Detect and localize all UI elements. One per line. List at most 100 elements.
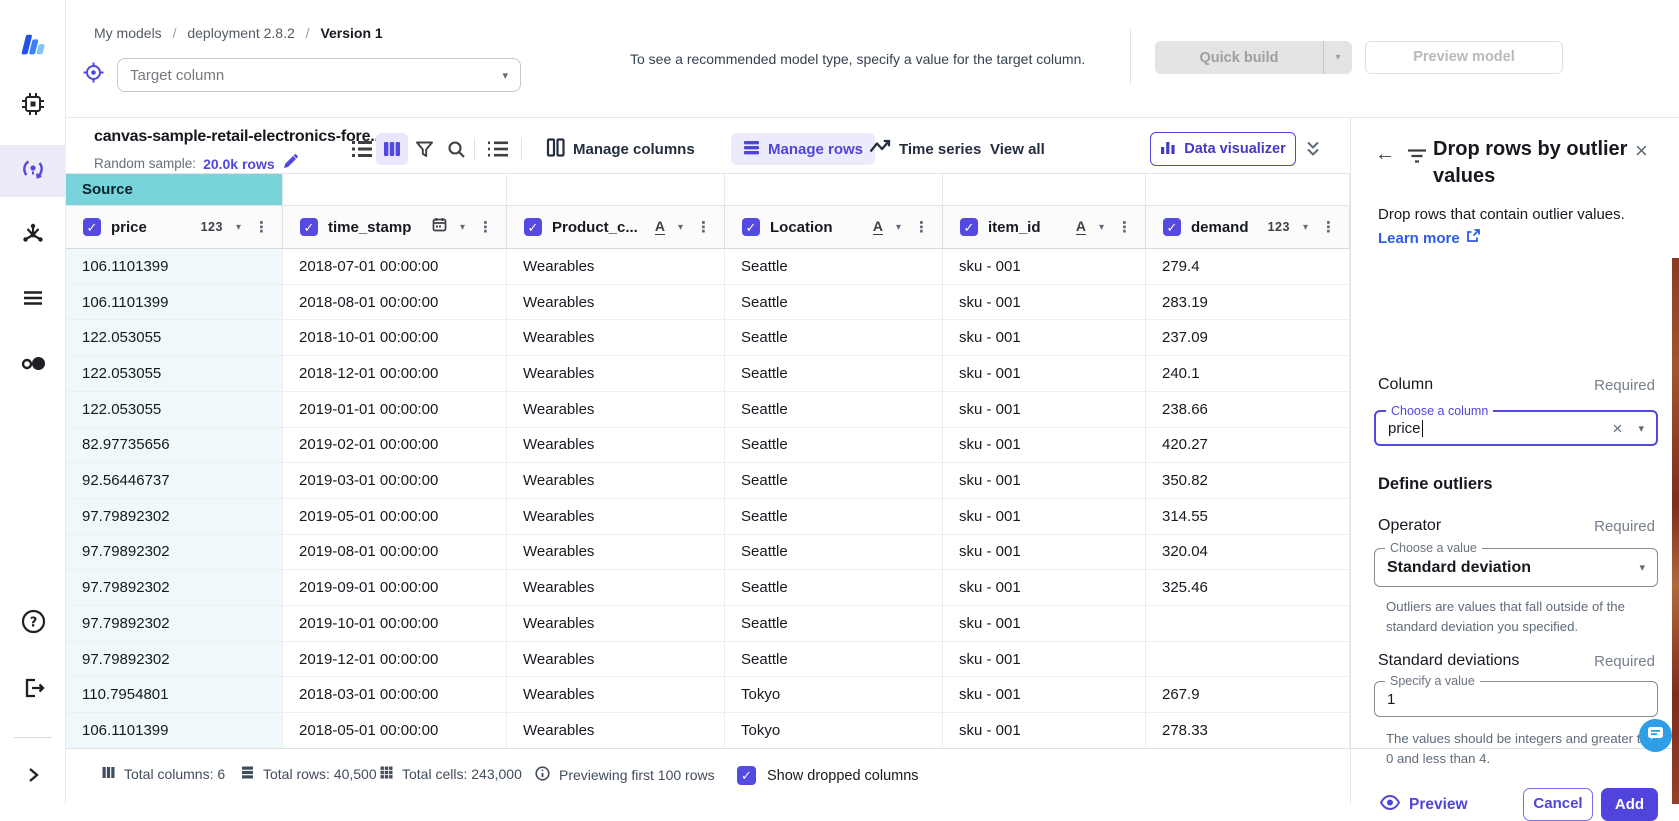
sidebar-item-help[interactable]: ? bbox=[0, 599, 66, 649]
time-series-button[interactable]: Time series bbox=[869, 133, 981, 165]
cancel-button[interactable]: Cancel bbox=[1523, 788, 1593, 821]
status-total-cells: Total cells: 243,000 bbox=[380, 766, 522, 782]
column-checkbox[interactable]: ✓ bbox=[83, 218, 101, 236]
column-menu-icon[interactable]: ⋮ bbox=[254, 218, 269, 236]
preview-button[interactable]: Preview bbox=[1380, 788, 1468, 821]
chevron-down-icon[interactable]: ▾ bbox=[1639, 561, 1645, 574]
std-help-text: The values should be integers and greate… bbox=[1386, 729, 1664, 770]
table-row: 97.798923022019-05-01 00:00:00WearablesS… bbox=[66, 499, 1350, 535]
external-link-icon bbox=[1466, 229, 1480, 247]
quick-build-button[interactable]: Quick build ▾ bbox=[1155, 41, 1352, 74]
source-tag[interactable]: Source bbox=[66, 174, 283, 205]
column-checkbox[interactable]: ✓ bbox=[524, 218, 542, 236]
sidebar-item-circles[interactable] bbox=[0, 340, 66, 390]
table-header-row: ✓price123▾⋮✓time_stamp▾⋮✓Product_c...A▾⋮… bbox=[66, 206, 1350, 249]
table-cell: Seattle bbox=[725, 606, 943, 642]
table-cell: Wearables bbox=[507, 320, 725, 356]
collapse-toolbar-button[interactable] bbox=[1303, 139, 1323, 164]
chevron-down-icon[interactable]: ▾ bbox=[1303, 222, 1308, 233]
ordered-list-icon[interactable] bbox=[483, 134, 513, 164]
chip-icon bbox=[20, 91, 46, 122]
std-section-label: Standard deviations bbox=[1378, 652, 1519, 670]
column-menu-icon[interactable]: ⋮ bbox=[914, 218, 929, 236]
breadcrumb-my-models[interactable]: My models bbox=[94, 25, 162, 41]
data-visualizer-button[interactable]: Data visualizer bbox=[1150, 132, 1296, 166]
operator-help-text: Outliers are values that fall outside of… bbox=[1386, 597, 1664, 638]
sidebar-item-automl-active[interactable] bbox=[0, 145, 66, 197]
sidebar-item-list[interactable] bbox=[0, 275, 66, 325]
chevron-down-icon[interactable]: ▾ bbox=[1638, 422, 1644, 435]
breadcrumb-deployment[interactable]: deployment 2.8.2 bbox=[187, 25, 294, 41]
app-logo[interactable] bbox=[0, 22, 66, 72]
close-icon[interactable]: × bbox=[1635, 140, 1648, 162]
sidebar-item-models[interactable] bbox=[0, 81, 66, 131]
toolbar-separator bbox=[474, 138, 475, 160]
sidebar-collapse-toggle[interactable] bbox=[0, 752, 66, 802]
manage-rows-button[interactable]: Manage rows bbox=[731, 133, 875, 165]
node-hub-icon bbox=[20, 222, 46, 253]
back-arrow-icon[interactable]: ← bbox=[1375, 144, 1395, 164]
chevron-down-icon[interactable]: ▾ bbox=[678, 222, 683, 233]
quick-build-dropdown[interactable]: ▾ bbox=[1323, 41, 1352, 74]
show-dropped-columns-toggle[interactable]: ✓ Show dropped columns bbox=[737, 766, 919, 785]
view-all-button[interactable]: View all bbox=[990, 133, 1045, 165]
svg-text:?: ? bbox=[29, 615, 37, 630]
table-cell: 2019-01-01 00:00:00 bbox=[283, 392, 507, 428]
chevron-down-icon[interactable]: ▾ bbox=[1099, 222, 1104, 233]
chevron-down-icon[interactable]: ▾ bbox=[896, 222, 901, 233]
table-cell: Seattle bbox=[725, 428, 943, 464]
column-view-icon[interactable] bbox=[376, 133, 408, 165]
sidebar-item-logout[interactable] bbox=[0, 665, 66, 715]
column-combobox[interactable]: Choose a column price × ▾ bbox=[1374, 410, 1658, 446]
column-menu-icon[interactable]: ⋮ bbox=[478, 218, 493, 236]
learn-more-link[interactable]: Learn more bbox=[1378, 229, 1480, 247]
sidebar-item-datasets[interactable] bbox=[0, 212, 66, 262]
table-row: 97.798923022019-12-01 00:00:00WearablesS… bbox=[66, 642, 1350, 678]
column-section-label: Column bbox=[1378, 376, 1433, 394]
show-dropped-checkbox[interactable]: ✓ bbox=[737, 766, 756, 785]
column-menu-icon[interactable]: ⋮ bbox=[1117, 218, 1132, 236]
chat-widget-button[interactable] bbox=[1639, 719, 1672, 752]
column-checkbox[interactable]: ✓ bbox=[300, 218, 318, 236]
required-badge: Required bbox=[1594, 518, 1655, 535]
clear-icon[interactable]: × bbox=[1613, 420, 1623, 437]
column-menu-icon[interactable]: ⋮ bbox=[696, 218, 711, 236]
chevron-down-icon[interactable]: ▾ bbox=[236, 222, 241, 233]
required-badge: Required bbox=[1594, 377, 1655, 394]
table-row: 106.11013992018-05-01 00:00:00WearablesT… bbox=[66, 713, 1350, 749]
filter-icon[interactable] bbox=[409, 134, 439, 164]
column-checkbox[interactable]: ✓ bbox=[960, 218, 978, 236]
column-name: item_id bbox=[988, 219, 1041, 236]
cells-grid-icon bbox=[380, 766, 393, 782]
column-menu-icon[interactable]: ⋮ bbox=[1321, 218, 1336, 236]
table-cell: 82.97735656 bbox=[66, 428, 283, 464]
table-cell: sku - 001 bbox=[943, 606, 1146, 642]
column-checkbox[interactable]: ✓ bbox=[742, 218, 760, 236]
search-icon[interactable] bbox=[441, 134, 471, 164]
column-checkbox[interactable]: ✓ bbox=[1163, 218, 1181, 236]
row-view-icon[interactable] bbox=[347, 134, 377, 164]
number-type-icon: 123 bbox=[201, 220, 223, 234]
statusbar-rule bbox=[66, 748, 1679, 749]
table-row: 97.798923022019-09-01 00:00:00WearablesS… bbox=[66, 570, 1350, 606]
manage-columns-button[interactable]: Manage columns bbox=[546, 133, 695, 165]
add-button[interactable]: Add bbox=[1601, 788, 1658, 821]
edit-pencil-icon[interactable] bbox=[282, 154, 298, 173]
rows-count-icon bbox=[241, 766, 254, 782]
std-value-input[interactable]: Specify a value 1 bbox=[1374, 681, 1658, 717]
target-column-select[interactable]: Target column ▾ bbox=[117, 58, 521, 92]
preview-model-button[interactable]: Preview model bbox=[1365, 41, 1563, 74]
table-cell: sku - 001 bbox=[943, 713, 1146, 749]
column-header: ✓demand123▾⋮ bbox=[1146, 206, 1350, 248]
operator-select[interactable]: Choose a value Standard deviation ▾ bbox=[1374, 548, 1658, 587]
status-total-columns: Total columns: 6 bbox=[102, 766, 225, 782]
sample-size-link[interactable]: 20.0k rows bbox=[203, 156, 275, 172]
two-circles-icon bbox=[19, 350, 47, 381]
table-row: 110.79548012018-03-01 00:00:00WearablesT… bbox=[66, 677, 1350, 713]
table-cell: 92.56446737 bbox=[66, 463, 283, 499]
table-cell: sku - 001 bbox=[943, 642, 1146, 678]
sample-info: Random sample: 20.0k rows bbox=[94, 154, 298, 173]
chevron-down-icon[interactable]: ▾ bbox=[460, 222, 465, 233]
table-cell: 2019-10-01 00:00:00 bbox=[283, 606, 507, 642]
table-cell: 2018-03-01 00:00:00 bbox=[283, 677, 507, 713]
